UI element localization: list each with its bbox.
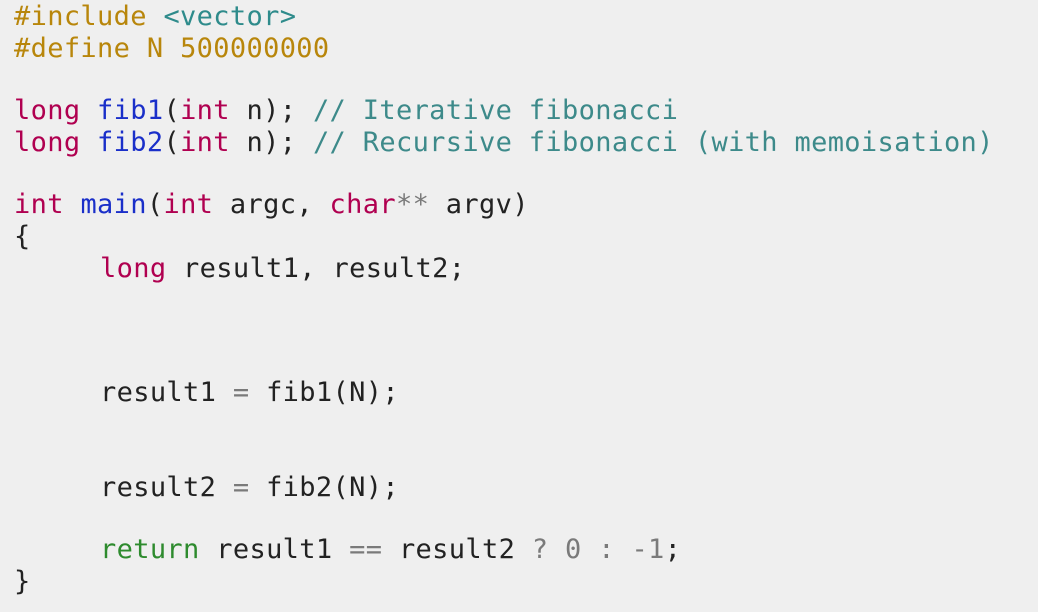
code-editor[interactable]: #include <vector> #define N 500000000 lo…: [14, 0, 1034, 612]
param-n: n);: [246, 127, 297, 158]
comment-fib2: // Recursive fibonacci (with memoisation…: [312, 127, 994, 158]
function-name-fib2: fib2: [97, 127, 164, 158]
keyword-long: long: [14, 95, 81, 126]
keyword-long: long: [100, 253, 167, 284]
return-rhs: result2: [398, 534, 516, 565]
code-line-close-brace: }: [14, 566, 31, 598]
return-lhs: result1: [216, 534, 333, 565]
include-header: <vector>: [163, 1, 297, 32]
equality-operator: ==: [349, 534, 383, 565]
param-n: n);: [246, 95, 297, 126]
preprocessor-include: #include: [14, 1, 147, 32]
open-paren: (: [163, 127, 181, 158]
code-line-fib2-decl: long fib2(int n); // Recursive fibonacci…: [14, 127, 994, 159]
keyword-int: int: [180, 127, 230, 158]
open-brace: {: [14, 221, 31, 252]
preprocessor-define: #define N: [14, 33, 164, 64]
code-line-result2-assign: result2 = fib2(N);: [14, 472, 399, 504]
keyword-char: char: [329, 189, 396, 220]
code-line-result1-assign: result1 = fib1(N);: [14, 377, 399, 409]
code-line-open-brace: {: [14, 221, 31, 253]
code-line-declare-results: long result1, result2;: [14, 253, 465, 285]
ternary-question: ?: [531, 534, 549, 565]
var-result1: result1: [100, 377, 217, 408]
code-line-fib1-decl: long fib1(int n); // Iterative fibonacci: [14, 95, 678, 127]
assign-operator: =: [232, 472, 250, 503]
assign-operator: =: [232, 377, 250, 408]
code-line-include: #include <vector>: [14, 1, 296, 33]
literal-zero: 0: [565, 534, 582, 565]
code-line-define: #define N 500000000: [14, 33, 330, 65]
function-name-main: main: [80, 189, 147, 220]
code-line-return: return result1 == result2 ? 0 : -1;: [14, 534, 681, 566]
ternary-colon: :: [598, 534, 615, 565]
semicolon: ;: [664, 534, 682, 565]
keyword-long: long: [14, 127, 81, 158]
keyword-int: int: [180, 95, 230, 126]
comment-fib1: // Iterative fibonacci: [312, 95, 679, 126]
param-argv: argv): [445, 189, 529, 220]
code-line-main-signature: int main(int argc, char** argv): [14, 189, 529, 221]
keyword-int: int: [163, 189, 214, 220]
keyword-int: int: [14, 189, 64, 220]
var-result2: result2: [100, 472, 217, 503]
open-paren: (: [146, 189, 164, 220]
call-fib1: fib1(N);: [266, 377, 399, 408]
function-name-fib1: fib1: [97, 95, 164, 126]
open-paren: (: [163, 95, 181, 126]
literal-negative-one: -1: [631, 534, 665, 565]
result-variables: result1, result2;: [183, 253, 466, 284]
define-value: 500000000: [180, 33, 330, 64]
param-argc: argc,: [229, 189, 313, 220]
call-fib2: fib2(N);: [266, 472, 399, 503]
keyword-return: return: [100, 534, 200, 565]
close-brace: }: [14, 566, 31, 597]
pointer-stars: **: [395, 189, 430, 220]
